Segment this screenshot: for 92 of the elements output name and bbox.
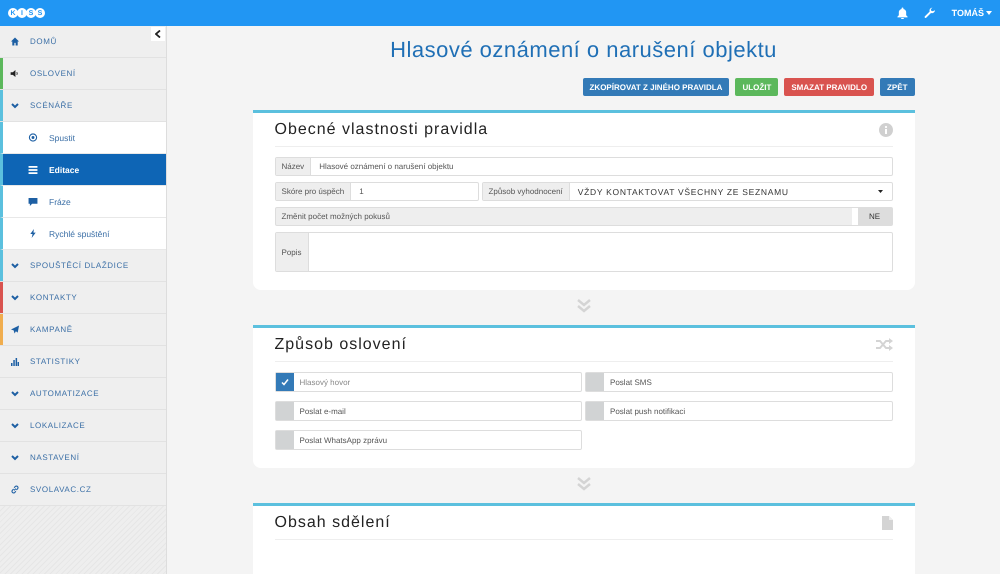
- chevron-left-icon: [155, 30, 161, 38]
- checkbox[interactable]: [276, 402, 294, 420]
- sidebar-label: Rychlé spuštění: [49, 228, 110, 238]
- sidebar-item[interactable]: DOMŮ: [0, 26, 166, 58]
- document-icon: [882, 516, 892, 530]
- bar-chart-icon: [10, 358, 20, 366]
- name-field[interactable]: Název Hlasové oznámení o narušení objektu: [274, 157, 892, 176]
- sidebar-label: Editace: [49, 164, 80, 174]
- option-label: Poslat e-mail: [298, 406, 346, 418]
- speaker-icon: [10, 70, 20, 77]
- sidebar-label: KONTAKTY: [30, 293, 78, 302]
- action-button[interactable]: ULOŽIT: [735, 78, 778, 96]
- shuffle-icon: [876, 338, 892, 351]
- chevron-down-icon: [10, 102, 20, 108]
- field-label: Skóre pro úspěch: [276, 183, 352, 200]
- checkbox[interactable]: [276, 373, 294, 391]
- home-icon: [10, 37, 20, 46]
- sidebar-label: DOMŮ: [30, 37, 57, 46]
- sidebar-label: SCÉNÁŘE: [30, 101, 73, 110]
- list-icon: [28, 166, 38, 174]
- sidebar-label: STATISTIKY: [30, 357, 81, 366]
- sidebar-label: AUTOMATIZACE: [30, 389, 100, 398]
- chevron-down-icon: [10, 390, 20, 396]
- action-button[interactable]: ZPĚT: [880, 78, 914, 96]
- sidebar-subitem[interactable]: Editace: [0, 154, 166, 186]
- chevron-down-icon: [10, 454, 20, 460]
- double-chevron-icon: [576, 477, 592, 491]
- sidebar-item[interactable]: STATISTIKY: [0, 346, 166, 378]
- option-checkbox[interactable]: Poslat WhatsApp zprávu: [274, 430, 582, 450]
- sidebar-subitem[interactable]: Spustit: [0, 122, 166, 154]
- caret-icon: [986, 11, 992, 15]
- toggle-switch[interactable]: NE: [852, 208, 892, 225]
- sidebar-item[interactable]: AUTOMATIZACE: [0, 378, 166, 410]
- sidebar-item[interactable]: NASTAVENÍ: [0, 442, 166, 474]
- chevron-down-icon: [10, 422, 20, 428]
- info-icon: [878, 122, 892, 136]
- sidebar-label: SVOLAVAC.CZ: [30, 485, 92, 494]
- option-label: Poslat WhatsApp zprávu: [298, 434, 388, 447]
- checkbox[interactable]: [586, 373, 604, 391]
- option-label: Poslat push notifikaci: [609, 406, 686, 418]
- checkbox[interactable]: [276, 431, 294, 449]
- checkbox[interactable]: [586, 402, 604, 420]
- sidebar-label: NASTAVENÍ: [30, 453, 80, 462]
- action-button[interactable]: ZKOPÍROVAT Z JINÉHO PRAVIDLA: [582, 78, 730, 96]
- score-field[interactable]: Skóre pro úspěch 1: [274, 182, 478, 201]
- field-label: Popis: [276, 233, 309, 271]
- page-title: Hlasové oznámení o narušení objektu: [389, 37, 778, 63]
- panel-title: Obsah sdělení: [274, 514, 391, 532]
- target-icon: [28, 133, 38, 142]
- sidebar-item[interactable]: OSLOVENÍ: [0, 58, 166, 90]
- paper-plane-icon: [10, 325, 20, 334]
- wrench-icon[interactable]: [924, 7, 936, 19]
- field-label: Změnit počet možných pokusů: [280, 212, 391, 221]
- sidebar-label: LOKALIZACE: [30, 421, 86, 430]
- sidebar-label: Spustit: [49, 132, 75, 142]
- sidebar-label: KAMPANĚ: [30, 325, 73, 334]
- panel-title: Způsob oslovení: [274, 336, 407, 354]
- sidebar-item[interactable]: KONTAKTY: [0, 282, 166, 314]
- check-icon: [280, 378, 288, 386]
- action-button[interactable]: SMAZAT PRAVIDLO: [784, 78, 874, 96]
- option-label: Hlasový hovor: [298, 376, 350, 389]
- option-checkbox[interactable]: Poslat e-mail: [274, 401, 582, 421]
- sidebar-item[interactable]: SPOUŠTĚCÍ DLAŽDICE: [0, 250, 166, 282]
- comment-icon: [28, 198, 38, 206]
- sidebar-label: OSLOVENÍ: [30, 69, 76, 78]
- field-value: 1: [358, 186, 365, 198]
- field-label: Název: [276, 158, 312, 175]
- option-label: Poslat SMS: [609, 376, 652, 388]
- caret-icon: [878, 190, 882, 193]
- sidebar-item[interactable]: LOKALIZACE: [0, 410, 166, 442]
- bolt-icon: [28, 229, 38, 238]
- user-menu[interactable]: TOMÁŠ: [952, 8, 992, 18]
- sidebar-label: SPOUŠTĚCÍ DLAŽDICE: [30, 261, 129, 270]
- field-label: Způsob vyhodnocení: [482, 183, 570, 200]
- option-checkbox[interactable]: Poslat SMS: [585, 372, 892, 392]
- chevron-down-icon: [10, 294, 20, 300]
- bell-icon[interactable]: [896, 7, 908, 19]
- panel-title: Obecné vlastnosti pravidla: [274, 120, 488, 138]
- option-checkbox[interactable]: Hlasový hovor: [274, 372, 582, 392]
- description-field[interactable]: Popis: [274, 232, 892, 272]
- chevron-down-icon: [10, 262, 20, 268]
- sidebar-label: Fráze: [49, 196, 71, 206]
- sidebar-subitem[interactable]: Rychlé spuštění: [0, 218, 166, 250]
- evaluation-select[interactable]: Způsob vyhodnocení VŽDY KONTAKTOVAT VŠECHNY ZE SEZNAMU: [482, 182, 892, 201]
- link-icon: [10, 485, 20, 494]
- collapse-button[interactable]: [151, 27, 165, 41]
- field-value: VŽDY KONTAKTOVAT VŠECHNY ZE SEZNAMU: [576, 186, 790, 198]
- field-value: Hlasové oznámení o narušení objektu: [318, 161, 454, 173]
- sidebar-subitem[interactable]: Fráze: [0, 186, 166, 218]
- sidebar-item[interactable]: KAMPANĚ: [0, 314, 166, 346]
- option-checkbox[interactable]: Poslat push notifikaci: [585, 401, 892, 421]
- double-chevron-icon: [576, 299, 592, 313]
